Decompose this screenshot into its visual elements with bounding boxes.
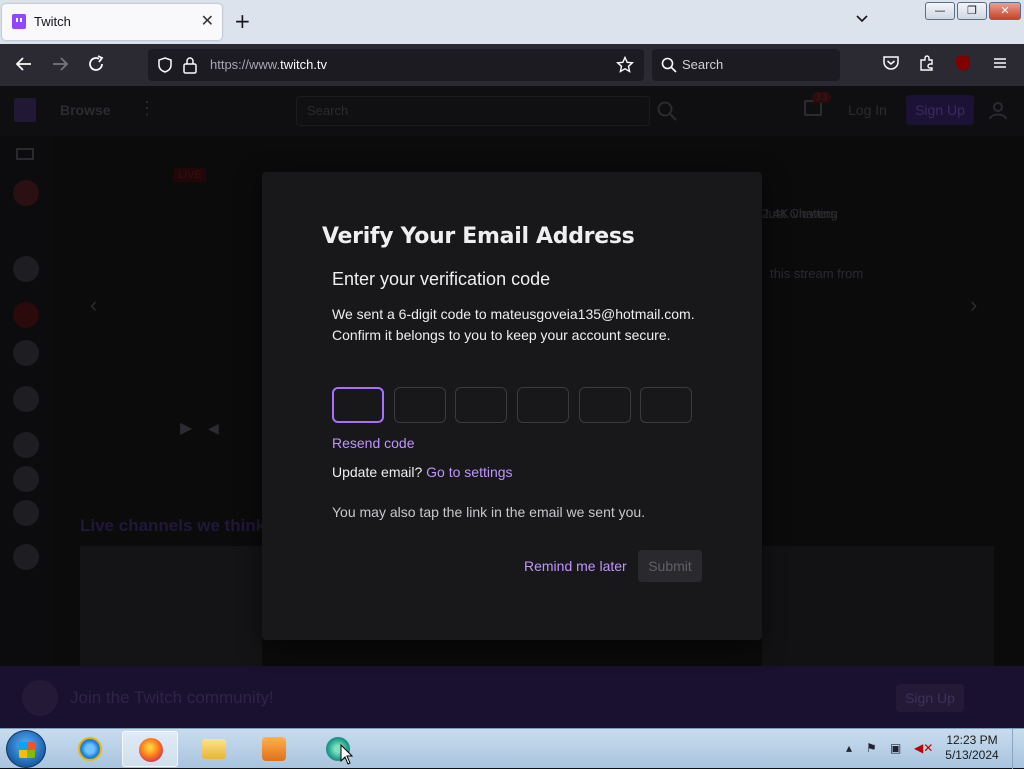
taskbar-firefox[interactable] [122,731,178,767]
clock-time: 12:23 PM [946,733,998,747]
live-badge: LIVE [174,168,206,182]
log-in-button[interactable]: Log In [848,102,887,118]
channel-avatar[interactable] [13,544,39,570]
shield-icon[interactable] [156,56,174,74]
new-tab-button[interactable]: + [234,9,251,33]
bookmark-star-icon[interactable] [616,56,634,74]
promo-sign-up-button[interactable]: Sign Up [896,684,964,712]
channel-avatar[interactable] [13,386,39,412]
firefox-icon [139,738,163,762]
taskbar-file-explorer[interactable] [186,731,242,767]
show-desktop-button[interactable] [1012,729,1024,769]
channel-avatar[interactable] [13,466,39,492]
window-close-button[interactable]: ✕ [989,2,1021,20]
followed-channels-sidebar [0,136,50,666]
browser-search-bar[interactable]: Search [652,49,840,81]
tab-title: Twitch [34,14,71,29]
carousel-prev-arrow-icon[interactable]: ‹ [90,292,97,318]
tab-twitch[interactable]: Twitch ✕ [2,4,222,40]
join-community-banner: Join the Twitch community! Sign Up [0,666,1024,728]
code-digit-input-4[interactable] [517,387,569,423]
url-text[interactable]: https://www.twitch.tv [210,57,327,72]
taskbar-internet-explorer[interactable] [62,731,118,767]
code-digit-input-3[interactable] [455,387,507,423]
user-profile-icon[interactable] [988,100,1008,120]
search-icon [661,57,677,73]
twitch-search-placeholder: Search [307,103,349,118]
action-center-flag-icon[interactable]: ⚑ [866,741,877,755]
notification-count-badge: 33 [812,92,831,103]
browse-link[interactable]: Browse [60,102,111,118]
url-bar[interactable]: https://www.twitch.tv [148,49,644,81]
submit-button[interactable]: Submit [638,550,702,582]
search-placeholder: Search [682,57,724,72]
code-digit-input-5[interactable] [579,387,631,423]
promo-text: Join the Twitch community! [70,688,274,707]
folder-icon [202,739,226,759]
stream-thumbnail[interactable] [80,546,262,666]
channel-avatar[interactable] [13,340,39,366]
tap-link-note: You may also tap the link in the email w… [332,504,646,520]
play-icon[interactable]: ▶ [180,418,192,438]
pocket-icon[interactable] [882,54,900,72]
modal-description: We sent a 6-digit code to mateusgoveia13… [332,306,695,343]
go-to-settings-link[interactable]: Go to settings [426,464,512,480]
code-digit-input-2[interactable] [394,387,446,423]
back-arrow-icon[interactable] [14,54,34,74]
browser-navigation-bar: https://www.twitch.tv Search 8 [0,44,1024,108]
internet-explorer-icon [78,737,102,761]
taskbar-media-player[interactable] [246,731,302,767]
sign-up-button[interactable]: Sign Up [906,95,974,125]
search-icon[interactable] [656,100,678,122]
show-hidden-icons-icon[interactable]: ▴ [846,741,852,755]
start-button[interactable] [6,730,46,768]
channel-avatar[interactable] [13,256,39,282]
twitch-top-nav: Browse ⋮ Search 33 Log In Sign Up [0,86,1024,136]
ublock-shield-icon[interactable] [954,54,972,72]
twitch-search-input[interactable]: Search [296,96,650,126]
channel-avatar[interactable] [13,500,39,526]
update-email-row: Update email? Go to settings [332,464,513,480]
lock-icon[interactable] [182,56,198,74]
viewer-count: 2.4K viewers [762,206,837,221]
hamburger-menu-icon[interactable] [991,54,1009,72]
media-player-icon [262,737,286,761]
resend-code-link[interactable]: Resend code [332,435,415,451]
window-maximize-button[interactable]: ❐ [957,2,987,20]
window-minimize-button[interactable]: — [925,2,955,20]
video-camera-icon [16,148,34,160]
live-channels-heading: Live channels we think [80,516,266,535]
chevron-down-icon[interactable] [856,12,868,24]
reload-icon[interactable] [86,54,106,74]
twitch-favicon-icon [12,14,26,29]
taskbar-app[interactable] [310,731,366,767]
carousel-next-arrow-icon[interactable]: › [970,292,977,318]
close-tab-icon[interactable]: ✕ [201,11,214,30]
stream-thumbnail[interactable] [762,546,994,666]
channel-avatar[interactable] [13,180,39,206]
code-digit-input-1[interactable] [332,387,384,423]
modal-subtitle: Enter your verification code [332,269,551,289]
more-dots-icon[interactable]: ⋮ [138,98,156,119]
update-email-label: Update email? [332,464,427,480]
twitch-logo-icon[interactable] [14,98,36,122]
channel-avatar[interactable] [13,302,39,328]
forward-arrow-icon[interactable] [50,54,70,74]
volume-icon[interactable]: ◀ [208,420,219,437]
windows-taskbar: ▴ ⚑ ▣ ◀✕ 12:23 PM 5/13/2024 [0,728,1024,769]
network-icon[interactable]: ▣ [890,741,901,755]
browser-tab-strip: Twitch ✕ + — ❐ ✕ [0,0,1024,44]
remind-me-later-button[interactable]: Remind me later [524,558,627,574]
verify-email-modal: Verify Your Email Address Enter your ver… [262,172,762,640]
code-digit-input-6[interactable] [640,387,692,423]
mouse-cursor-icon [340,744,354,765]
clock-date: 5/13/2024 [945,748,999,762]
extensions-puzzle-icon[interactable] [918,54,936,72]
channel-avatar[interactable] [13,432,39,458]
stream-note: this stream from [770,266,864,281]
glitch-logo-icon [22,680,58,716]
system-clock[interactable]: 12:23 PM 5/13/2024 [942,733,1002,763]
modal-title: Verify Your Email Address [322,224,635,249]
volume-muted-icon[interactable]: ◀✕ [914,741,933,755]
